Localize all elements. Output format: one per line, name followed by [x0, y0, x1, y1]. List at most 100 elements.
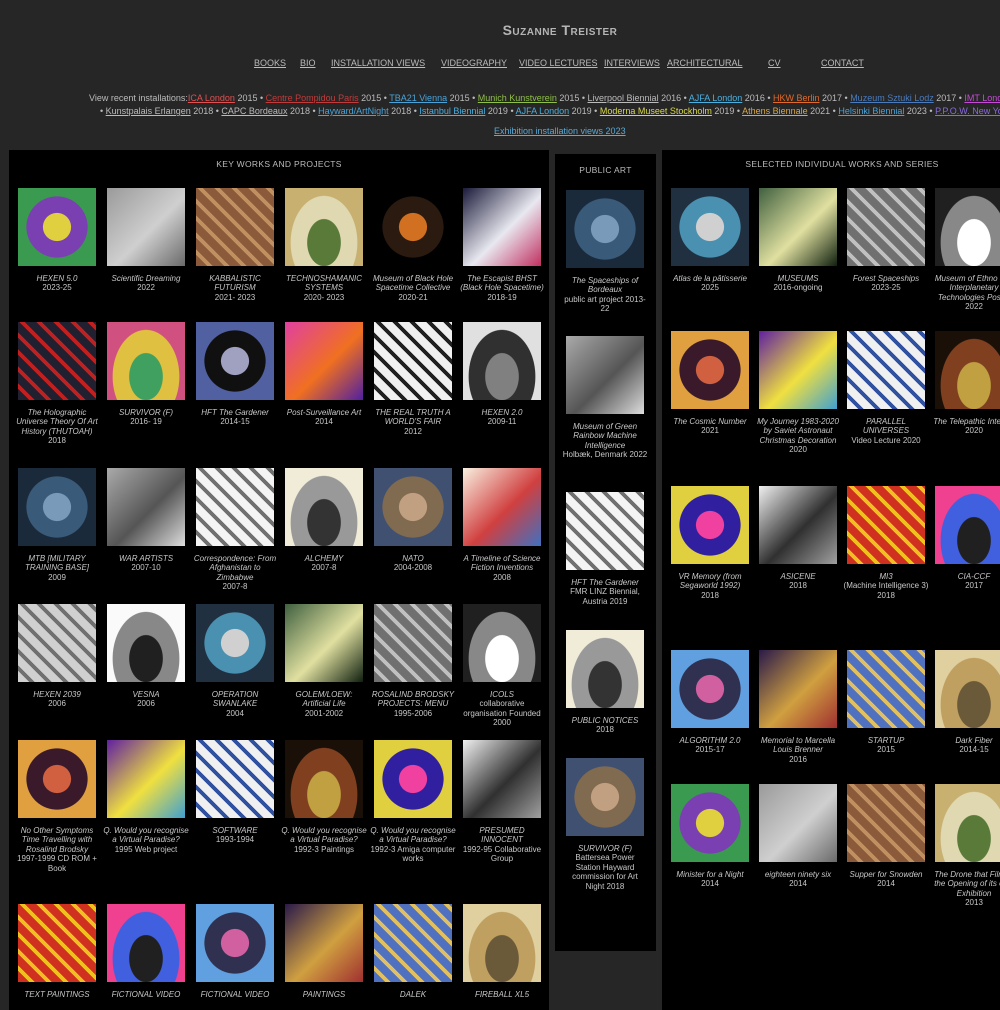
selected-work-thumbnail[interactable] [847, 650, 925, 728]
key-work-title[interactable]: WAR ARTISTS [103, 554, 189, 563]
selected-work-card[interactable]: ALGORITHM 2.0 2015-17 [667, 650, 753, 755]
installation-link[interactable]: HKW Berlin [773, 93, 820, 103]
key-work-card[interactable]: ICOLS collaborative organisation Founded … [459, 604, 545, 728]
key-work-thumbnail[interactable] [196, 188, 274, 266]
selected-work-thumbnail[interactable] [671, 188, 749, 266]
installation-link[interactable]: AJFA London [689, 93, 743, 103]
selected-work-title[interactable]: MI3 [843, 572, 929, 581]
selected-work-title[interactable]: Minister for a Night [667, 870, 753, 879]
selected-work-title[interactable]: The Telepathic Internet [931, 417, 1000, 426]
selected-work-thumbnail[interactable] [759, 650, 837, 728]
installation-link[interactable]: TBA21 Vienna [389, 93, 447, 103]
selected-work-title[interactable]: My Journey 1983-2020 by Saviet Astronaut… [755, 417, 841, 445]
key-work-card[interactable]: SOFTWARE 1993-1994 [192, 740, 278, 845]
key-work-card[interactable]: TEXT PAINTINGS [14, 904, 100, 999]
key-work-thumbnail[interactable] [107, 468, 185, 546]
installation-link[interactable]: P.P.O.W. New York [935, 106, 1000, 116]
key-work-card[interactable]: Museum of Black Hole Spacetime Collectiv… [370, 188, 456, 302]
key-work-title[interactable]: HEXEN 2.0 [459, 408, 545, 417]
selected-work-card[interactable]: eighteen ninety six 2014 [755, 784, 841, 889]
installation-link[interactable]: Hayward/ArtNight [318, 106, 389, 116]
key-work-card[interactable]: NATO 2004-2008 [370, 468, 456, 573]
public-art-thumbnail[interactable] [566, 492, 644, 570]
key-work-thumbnail[interactable] [285, 322, 363, 400]
installation-link[interactable]: Moderna Museet Stockholm [600, 106, 712, 116]
selected-work-title[interactable]: Dark Fiber [931, 736, 1000, 745]
key-work-title[interactable]: PAINTINGS [281, 990, 367, 999]
installation-link[interactable]: ICA London [188, 93, 235, 103]
key-work-thumbnail[interactable] [285, 604, 363, 682]
key-work-thumbnail[interactable] [374, 904, 452, 982]
nav-bio[interactable]: BIO [300, 58, 316, 68]
selected-work-card[interactable]: ASICENE 2018 [755, 486, 841, 591]
key-work-card[interactable]: Correspondence: From Afghanistan to Zimb… [192, 468, 278, 592]
key-work-card[interactable]: The Escapist BHST (Black Hole Spacetime)… [459, 188, 545, 302]
key-work-title[interactable]: HFT The Gardener [192, 408, 278, 417]
nav-architectural[interactable]: ARCHITECTURAL [667, 58, 743, 68]
key-work-card[interactable]: Q. Would you recognise a Virtual Paradis… [281, 740, 367, 854]
key-work-card[interactable]: FICTIONAL VIDEO [192, 904, 278, 999]
selected-work-thumbnail[interactable] [847, 784, 925, 862]
public-art-card[interactable]: SURVIVOR (F) Battersea Power Station Hayw… [562, 758, 648, 891]
key-work-thumbnail[interactable] [107, 740, 185, 818]
installation-link[interactable]: Munich Kunstverein [478, 93, 557, 103]
key-work-card[interactable]: PAINTINGS [281, 904, 367, 999]
key-work-thumbnail[interactable] [196, 604, 274, 682]
key-work-title[interactable]: FIREBALL XL5 [459, 990, 545, 999]
public-art-card[interactable]: Museum of Green Rainbow Machine Intellig… [562, 336, 648, 460]
key-work-thumbnail[interactable] [374, 322, 452, 400]
key-work-card[interactable]: ALCHEMY 2007-8 [281, 468, 367, 573]
key-work-title[interactable]: SURVIVOR (F) [103, 408, 189, 417]
nav-books[interactable]: BOOKS [254, 58, 286, 68]
key-work-title[interactable]: HEXEN 5.0 [14, 274, 100, 283]
key-work-card[interactable]: A Timeline of Science Fiction Inventions… [459, 468, 545, 582]
key-work-thumbnail[interactable] [374, 740, 452, 818]
selected-work-card[interactable]: VR Memory (from Segaworld 1992) 2018 [667, 486, 753, 600]
selected-work-title[interactable]: Memorial to Marcella Louis Brenner [755, 736, 841, 755]
key-work-title[interactable]: Museum of Black Hole Spacetime Collectiv… [370, 274, 456, 293]
key-work-title[interactable]: Post-Surveillance Art [281, 408, 367, 417]
key-work-card[interactable]: GOLEM/LOEW: Artificial Life 2001-2002 [281, 604, 367, 718]
nav-contact[interactable]: CONTACT [821, 58, 864, 68]
selected-work-thumbnail[interactable] [847, 188, 925, 266]
key-work-thumbnail[interactable] [196, 322, 274, 400]
key-work-title[interactable]: THE REAL TRUTH A WORLD'S FAIR [370, 408, 456, 427]
key-work-title[interactable]: SOFTWARE [192, 826, 278, 835]
selected-work-title[interactable]: ASICENE [755, 572, 841, 581]
key-work-title[interactable]: TEXT PAINTINGS [14, 990, 100, 999]
key-work-card[interactable]: HEXEN 2039 2006 [14, 604, 100, 709]
key-work-card[interactable]: TECHNOSHAMANIC SYSTEMS 2020- 2023 [281, 188, 367, 302]
selected-work-title[interactable]: STARTUP [843, 736, 929, 745]
public-art-title[interactable]: Museum of Green Rainbow Machine Intellig… [562, 422, 648, 450]
key-work-thumbnail[interactable] [463, 740, 541, 818]
key-work-title[interactable]: DALEK [370, 990, 456, 999]
key-work-thumbnail[interactable] [374, 188, 452, 266]
key-work-title[interactable]: ROSALIND BRODSKY PROJECTS: MENU [370, 690, 456, 709]
selected-work-title[interactable]: ALGORITHM 2.0 [667, 736, 753, 745]
selected-work-thumbnail[interactable] [759, 784, 837, 862]
nav-video-lectures[interactable]: VIDEO LECTURES [519, 58, 598, 68]
selected-work-thumbnail[interactable] [759, 188, 837, 266]
key-work-thumbnail[interactable] [18, 604, 96, 682]
key-work-thumbnail[interactable] [463, 322, 541, 400]
selected-work-thumbnail[interactable] [935, 331, 1000, 409]
selected-work-card[interactable]: CIA-CCF 2017 [931, 486, 1000, 591]
key-work-thumbnail[interactable] [18, 904, 96, 982]
key-work-thumbnail[interactable] [18, 740, 96, 818]
installation-link[interactable]: Muzeum Sztuki Lodz [850, 93, 934, 103]
key-work-card[interactable]: PRESUMED INNOCENT 1992-95 Collaborative G… [459, 740, 545, 864]
key-work-card[interactable]: HFT The Gardener 2014-15 [192, 322, 278, 427]
selected-work-thumbnail[interactable] [759, 486, 837, 564]
site-title[interactable]: Suzanne Treister [0, 22, 1000, 38]
key-work-title[interactable]: ALCHEMY [281, 554, 367, 563]
installation-link[interactable]: Centre Pompidou Paris [266, 93, 359, 103]
public-art-title[interactable]: PUBLIC NOTICES [562, 716, 648, 725]
key-work-title[interactable]: KABBALISTIC FUTURISM [192, 274, 278, 293]
key-work-card[interactable]: Scientific Dreaming 2022 [103, 188, 189, 293]
key-work-thumbnail[interactable] [107, 904, 185, 982]
key-work-thumbnail[interactable] [285, 904, 363, 982]
selected-work-thumbnail[interactable] [671, 784, 749, 862]
key-work-card[interactable]: MTB [MILITARY TRAINING BASE] 2009 [14, 468, 100, 582]
key-work-card[interactable]: HEXEN 5.0 2023-25 [14, 188, 100, 293]
key-work-title[interactable]: HEXEN 2039 [14, 690, 100, 699]
